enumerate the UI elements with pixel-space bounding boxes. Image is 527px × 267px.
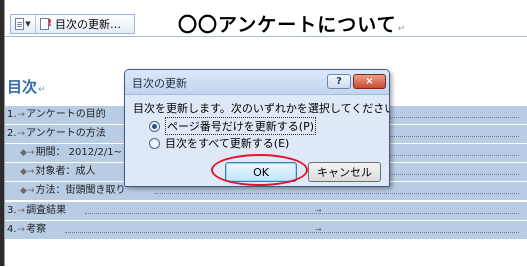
update-toc-label: 目次の更新… — [55, 18, 121, 31]
update-toc-icon: ! — [40, 18, 52, 30]
tab-leader — [65, 232, 519, 233]
tab-leader — [85, 213, 519, 214]
toc-entry-text: アンケートの方法 — [26, 128, 106, 139]
help-icon: ? — [336, 76, 342, 87]
option-label: ページ番号だけを更新する(P) — [165, 117, 316, 135]
cancel-button[interactable]: キャンセル — [308, 162, 381, 182]
toc-entry-text: アンケートの目的 — [26, 109, 106, 120]
toc-heading: 目次↵ — [7, 78, 46, 96]
option-update-page-numbers[interactable]: ページ番号だけを更新する(P) — [149, 117, 316, 135]
tab-arrow: → — [315, 206, 322, 215]
tab-leader — [155, 193, 519, 194]
ok-button[interactable]: OK — [225, 162, 297, 182]
document-icon — [15, 18, 25, 30]
toc-menu-button[interactable]: ▼ — [11, 15, 36, 33]
toc-entry-text: 対象者：成人 — [35, 166, 96, 177]
help-button[interactable]: ? — [327, 74, 351, 89]
document-title: 〇〇アンケートについて↵ — [178, 14, 407, 36]
option-label: 目次をすべて更新する(E) — [165, 137, 290, 150]
toc-entry-text: 調査結果 — [26, 205, 67, 216]
chevron-down-icon: ▼ — [25, 20, 31, 28]
paragraph-mark: ↵ — [397, 24, 407, 34]
toc-entry-text: 考察 — [26, 224, 47, 235]
option-update-entire-table[interactable]: 目次をすべて更新する(E) — [149, 135, 289, 151]
dialog-message: 目次を更新します。次のいずれかを選択してください： — [133, 102, 390, 115]
toc-entry-text: 期間： 2012/2/1~ — [35, 147, 122, 158]
content-control-toolbar: ▼ ! 目次の更新… — [10, 14, 135, 34]
radio-button-checked[interactable] — [149, 120, 160, 132]
toc-entry[interactable]: 4.→考察 → — [5, 221, 527, 239]
close-button[interactable]: × — [353, 74, 386, 89]
paragraph-mark: ↵ — [38, 85, 46, 95]
update-toc-dialog: 目次の更新 ? × 目次を更新します。次のいずれかを選択してください： ページ番… — [124, 69, 390, 187]
tab-arrow: → — [315, 225, 322, 234]
dialog-title: 目次の更新 — [132, 77, 187, 90]
radio-button[interactable] — [149, 137, 160, 149]
dialog-titlebar[interactable]: 目次の更新 ? × — [125, 70, 389, 95]
toc-entry[interactable]: 3.→調査結果 → — [5, 202, 527, 220]
toc-entry-text: 方法：街頭聞き取り — [35, 185, 126, 196]
close-icon: × — [365, 76, 374, 87]
update-toc-button[interactable]: ! 目次の更新… — [36, 16, 121, 32]
